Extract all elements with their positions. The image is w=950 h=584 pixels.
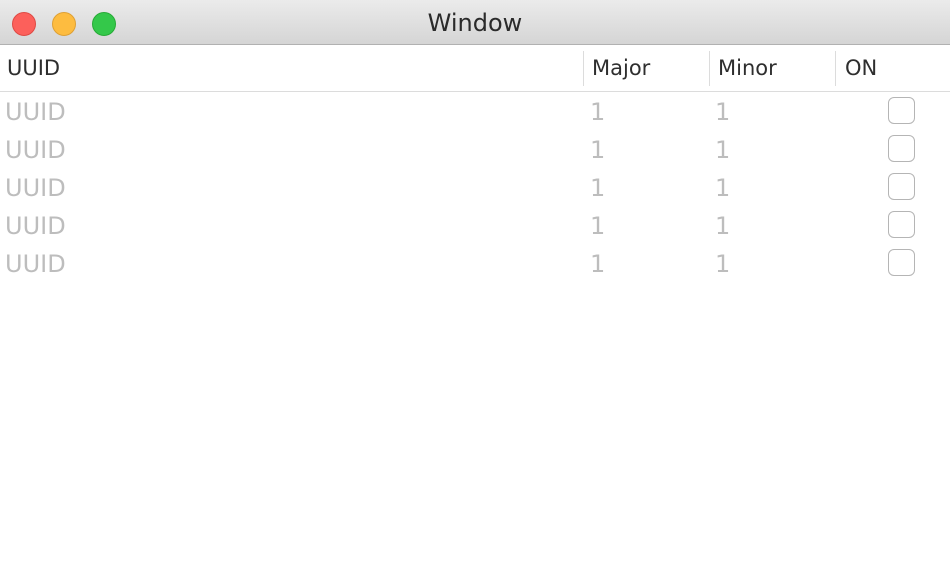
uuid-cell[interactable]: UUID	[5, 244, 66, 282]
column-header-major[interactable]: Major	[592, 46, 650, 91]
column-divider[interactable]	[709, 51, 710, 86]
column-header-minor[interactable]: Minor	[718, 46, 777, 91]
column-divider[interactable]	[835, 51, 836, 86]
minor-cell[interactable]: 1	[715, 168, 730, 206]
major-cell[interactable]: 1	[590, 92, 605, 130]
table-row[interactable]: UUID 1 1	[0, 206, 950, 244]
window-title: Window	[427, 9, 523, 37]
uuid-cell[interactable]: UUID	[5, 206, 66, 244]
app-window: Window UUID Major Minor ON UUID 1 1 UUID…	[0, 0, 950, 584]
major-cell[interactable]: 1	[590, 244, 605, 282]
table-row[interactable]: UUID 1 1	[0, 130, 950, 168]
on-checkbox[interactable]	[888, 135, 915, 162]
minor-cell[interactable]: 1	[715, 244, 730, 282]
column-divider[interactable]	[583, 51, 584, 86]
uuid-cell[interactable]: UUID	[5, 92, 66, 130]
table-row[interactable]: UUID 1 1	[0, 168, 950, 206]
table-row[interactable]: UUID 1 1	[0, 92, 950, 130]
on-checkbox[interactable]	[888, 173, 915, 200]
uuid-cell[interactable]: UUID	[5, 168, 66, 206]
major-cell[interactable]: 1	[590, 206, 605, 244]
minor-cell[interactable]: 1	[715, 130, 730, 168]
minor-cell[interactable]: 1	[715, 92, 730, 130]
minor-cell[interactable]: 1	[715, 206, 730, 244]
uuid-cell[interactable]: UUID	[5, 130, 66, 168]
title-bar[interactable]: Window	[0, 0, 950, 45]
on-checkbox[interactable]	[888, 211, 915, 238]
on-checkbox[interactable]	[888, 249, 915, 276]
major-cell[interactable]: 1	[590, 130, 605, 168]
table-row[interactable]: UUID 1 1	[0, 244, 950, 282]
column-header-uuid[interactable]: UUID	[7, 46, 60, 91]
table-body: UUID 1 1 UUID 1 1 UUID 1 1 UUID 1 1 UUID…	[0, 92, 950, 282]
column-header-on[interactable]: ON	[845, 46, 877, 91]
on-checkbox[interactable]	[888, 97, 915, 124]
table-header: UUID Major Minor ON	[0, 46, 950, 92]
major-cell[interactable]: 1	[590, 168, 605, 206]
